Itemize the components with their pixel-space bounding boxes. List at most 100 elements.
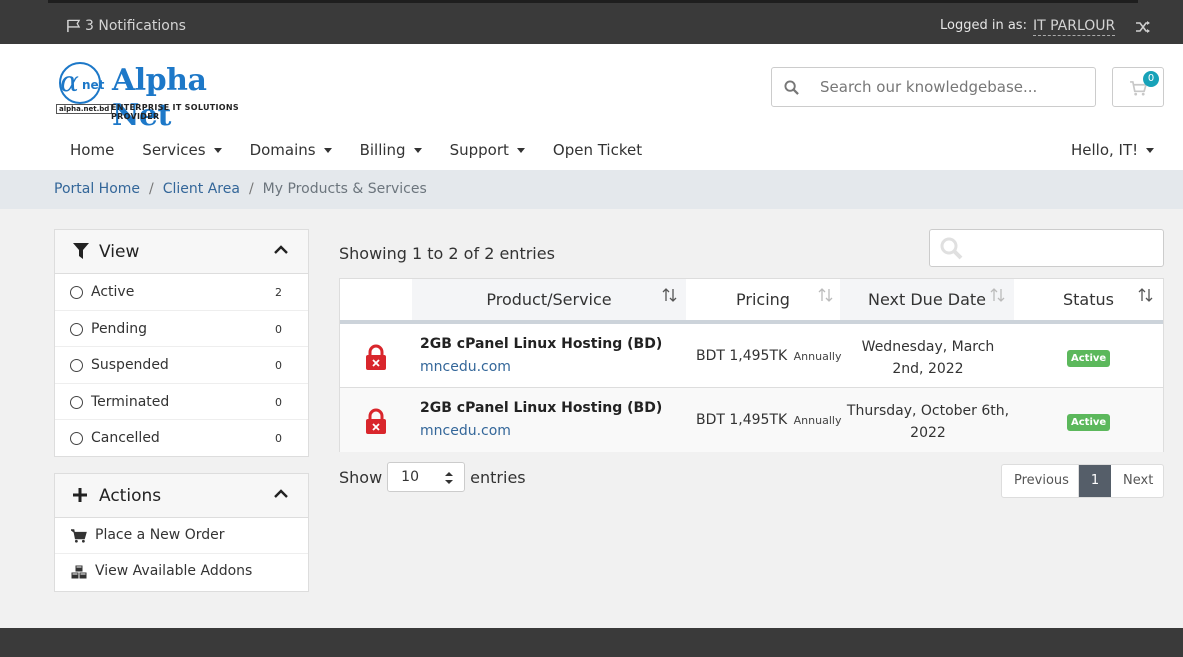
caret-down-icon bbox=[516, 148, 525, 153]
breadcrumb-client-area[interactable]: Client Area bbox=[163, 181, 240, 197]
search-input[interactable] bbox=[820, 78, 1080, 96]
main-nav: Home Services Domains Billing Support Op… bbox=[70, 141, 670, 159]
filter-count: 0 bbox=[275, 359, 282, 373]
nav-support[interactable]: Support bbox=[450, 141, 525, 159]
product-name: 2GB cPanel Linux Hosting (BD) bbox=[420, 400, 663, 416]
status-badge: Active bbox=[1067, 414, 1111, 431]
plus-icon bbox=[73, 488, 87, 502]
due-date-line: 2022 bbox=[910, 425, 946, 441]
pagination-page-current[interactable]: 1 bbox=[1079, 465, 1111, 497]
product-price: BDT 1,495TK Annually bbox=[696, 412, 841, 428]
filter-suspended[interactable]: Suspended 0 bbox=[55, 347, 308, 384]
action-label: Place a New Order bbox=[95, 527, 225, 543]
table-row[interactable]: 2GB cPanel Linux Hosting (BD) mncedu.com… bbox=[340, 324, 1163, 388]
logo-name: Alpha Net bbox=[112, 63, 207, 133]
breadcrumb: Portal Home / Client Area / My Products … bbox=[54, 181, 427, 197]
top-bar: 3 Notifications Logged in as: IT PARLOUR bbox=[0, 0, 1183, 44]
next-due-date: Thursday, October 6th, 2022 bbox=[842, 400, 1014, 444]
page-length-value: 10 bbox=[401, 469, 419, 485]
top-bar-edge bbox=[48, 0, 1138, 3]
due-date-line: Wednesday, March bbox=[861, 339, 995, 355]
account-greeting: Hello, IT! bbox=[1071, 141, 1139, 159]
view-panel-header[interactable]: View bbox=[55, 230, 308, 274]
column-label: Product/Service bbox=[486, 290, 612, 309]
product-price: BDT 1,495TK Annually bbox=[696, 348, 841, 364]
nav-label: Open Ticket bbox=[552, 141, 643, 159]
filter-label: Pending bbox=[91, 320, 147, 337]
sort-icon bbox=[662, 288, 677, 302]
billing-cycle: Annually bbox=[793, 350, 842, 363]
radio-icon bbox=[70, 286, 83, 299]
breadcrumb-current: My Products & Services bbox=[262, 181, 427, 197]
nav-label: Support bbox=[449, 141, 509, 159]
product-domain-link[interactable]: mncedu.com bbox=[420, 423, 511, 439]
action-place-new-order[interactable]: Place a New Order bbox=[55, 518, 308, 554]
svg-text:α: α bbox=[60, 65, 79, 98]
nav-label: Services bbox=[142, 141, 206, 159]
notifications-link[interactable]: 3 Notifications bbox=[66, 18, 186, 34]
column-header-pricing[interactable]: Pricing bbox=[686, 279, 840, 320]
table-header: Product/Service Pricing Next Due Date St… bbox=[340, 279, 1163, 324]
entries-label: entries bbox=[470, 467, 526, 487]
actions-panel-header[interactable]: Actions bbox=[55, 474, 308, 518]
due-date-line: Thursday, October 6th, bbox=[846, 403, 1010, 419]
action-view-addons[interactable]: View Available Addons bbox=[55, 554, 308, 590]
filter-label: Terminated bbox=[91, 393, 170, 410]
table-search-input[interactable] bbox=[929, 229, 1164, 267]
chevron-up-icon[interactable] bbox=[274, 245, 288, 255]
shuffle-icon[interactable] bbox=[1135, 20, 1151, 34]
column-header-status[interactable]: Status bbox=[1014, 279, 1163, 320]
view-panel: View Active 2 Pending 0 Suspended 0 Termina… bbox=[54, 229, 309, 457]
nav-label: Domains bbox=[249, 141, 316, 159]
account-menu[interactable]: Hello, IT! bbox=[1071, 141, 1155, 159]
sort-icon bbox=[1138, 288, 1153, 302]
product-domain-link[interactable]: mncedu.com bbox=[420, 359, 511, 375]
due-date-line: 2nd, 2022 bbox=[892, 361, 964, 377]
nav-open-ticket[interactable]: Open Ticket bbox=[553, 141, 642, 159]
radio-icon bbox=[70, 395, 83, 409]
logo-mark-text: net bbox=[82, 78, 105, 92]
filter-count: 0 bbox=[275, 432, 282, 446]
logo[interactable]: α net Alpha Net alpha.net.bd ENTERPRISE … bbox=[54, 59, 268, 133]
column-label: Status bbox=[1063, 290, 1114, 309]
filter-count: 2 bbox=[275, 286, 282, 299]
action-label: View Available Addons bbox=[95, 563, 253, 579]
page-length-control: Show 10 entries bbox=[339, 462, 526, 492]
flag-icon bbox=[67, 19, 81, 33]
page-length-select[interactable]: 10 bbox=[387, 462, 466, 492]
nav-home[interactable]: Home bbox=[70, 141, 114, 159]
nav-billing[interactable]: Billing bbox=[360, 141, 422, 159]
sort-icon bbox=[818, 288, 833, 302]
logo-mark-icon: α net bbox=[59, 62, 105, 104]
radio-icon bbox=[70, 432, 83, 446]
caret-down-icon bbox=[323, 148, 332, 153]
filter-cancelled[interactable]: Cancelled 0 bbox=[55, 420, 308, 457]
nav-label: Home bbox=[70, 141, 115, 159]
pagination-next[interactable]: Next bbox=[1111, 465, 1163, 497]
nav-services[interactable]: Services bbox=[142, 141, 222, 159]
view-panel-title: View bbox=[99, 242, 140, 262]
products-table: Product/Service Pricing Next Due Date St… bbox=[339, 278, 1164, 452]
filter-active[interactable]: Active 2 bbox=[55, 274, 308, 311]
table-info: Showing 1 to 2 of 2 entries bbox=[339, 244, 555, 263]
nav-label: Billing bbox=[359, 141, 406, 159]
table-row[interactable]: 2GB cPanel Linux Hosting (BD) mncedu.com… bbox=[340, 388, 1163, 452]
pagination-previous[interactable]: Previous bbox=[1002, 465, 1079, 497]
filter-terminated[interactable]: Terminated 0 bbox=[55, 384, 308, 421]
select-arrows-icon bbox=[445, 472, 454, 484]
column-header-next-due-date[interactable]: Next Due Date bbox=[840, 279, 1014, 320]
breadcrumb-portal-home[interactable]: Portal Home bbox=[54, 181, 140, 197]
notifications-label: 3 Notifications bbox=[85, 18, 186, 34]
caret-down-icon bbox=[413, 148, 422, 153]
logged-in-user-link[interactable]: IT PARLOUR bbox=[1033, 18, 1116, 36]
nav-domains[interactable]: Domains bbox=[250, 141, 332, 159]
filter-pending[interactable]: Pending 0 bbox=[55, 311, 308, 348]
show-label: Show bbox=[339, 467, 383, 487]
billing-cycle: Annually bbox=[793, 414, 842, 427]
chevron-up-icon[interactable] bbox=[274, 489, 288, 499]
cart-button[interactable]: 0 bbox=[1112, 67, 1164, 107]
lock-error-icon bbox=[366, 344, 386, 370]
column-header-product[interactable]: Product/Service bbox=[412, 279, 686, 320]
filter-count: 0 bbox=[275, 395, 282, 409]
price-amount: BDT 1,495TK bbox=[696, 348, 788, 364]
